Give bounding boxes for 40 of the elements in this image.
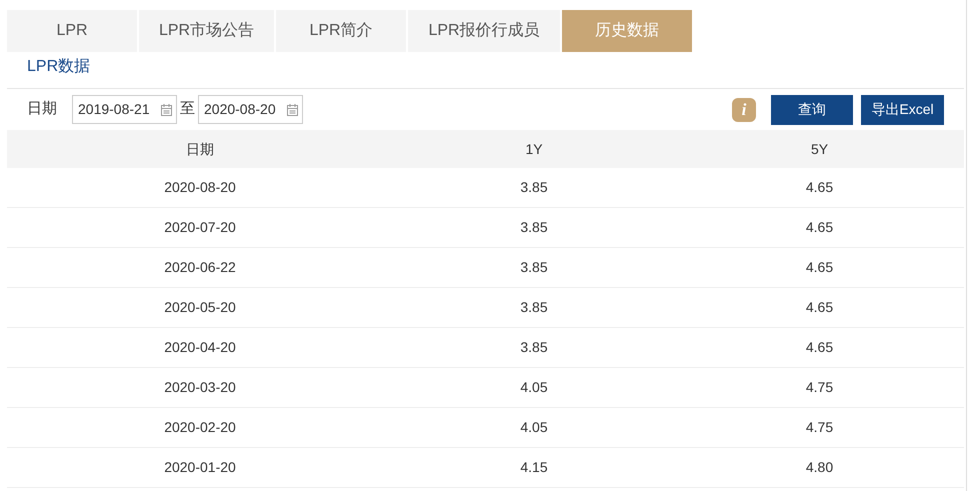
table-cell-text: 3.85 xyxy=(519,298,549,317)
table-cell-text: 4.05 xyxy=(519,418,549,437)
table-cell-text: 2020-04-20 xyxy=(163,338,237,357)
date-label: 日期 xyxy=(27,99,57,120)
table-cell-text: 3.85 xyxy=(519,178,549,197)
table-cell-text: 4.05 xyxy=(519,378,549,397)
column-header: 5Y xyxy=(810,140,830,158)
table-cell-text: 4.65 xyxy=(804,298,834,317)
table-cell-text: 4.65 xyxy=(804,338,834,357)
table-cell-text: 2020-07-20 xyxy=(163,218,237,237)
column-header: 1Y xyxy=(524,140,544,158)
table-cell-text: 3.85 xyxy=(519,218,549,237)
table-cell-text: 2020-02-20 xyxy=(163,418,237,437)
tab[interactable]: LPR简介 xyxy=(276,10,406,52)
export-button[interactable]: 导出Excel xyxy=(861,94,944,124)
calendar-icon xyxy=(287,104,298,116)
column-header: 日期 xyxy=(185,140,215,158)
table-cell-text: 3.85 xyxy=(519,258,549,277)
table-cell-text: 2020-03-20 xyxy=(163,378,237,397)
table-cell-text: 4.15 xyxy=(519,458,549,477)
tab[interactable]: LPR xyxy=(7,10,137,52)
table-cell-text: 4.75 xyxy=(804,418,834,437)
calendar-icon xyxy=(161,104,172,116)
range-separator: 至 xyxy=(180,99,195,120)
tab[interactable]: LPR报价行成员 xyxy=(408,10,560,52)
table-cell-text: 2020-01-20 xyxy=(163,458,237,477)
query-button[interactable]: 查询 xyxy=(771,94,853,124)
table-cell-text: 4.65 xyxy=(804,178,834,197)
tab[interactable]: LPR市场公告 xyxy=(139,10,274,52)
table-cell-text: 4.75 xyxy=(804,378,834,397)
table-cell-text: 4.65 xyxy=(804,218,834,237)
table-cell-text: 2020-06-22 xyxy=(163,258,237,277)
table-cell-text: 3.85 xyxy=(519,338,549,357)
date-field[interactable]: 2020-08-20 xyxy=(198,95,303,124)
table-cell-text: 2020-08-20 xyxy=(163,178,237,197)
date-field[interactable]: 2019-08-21 xyxy=(72,95,177,124)
section-title: LPR数据 xyxy=(27,58,90,75)
table-cell-text: 4.65 xyxy=(804,258,834,277)
table-cell-text: 2020-05-20 xyxy=(163,298,237,317)
table-cell-text: 4.80 xyxy=(804,458,834,477)
